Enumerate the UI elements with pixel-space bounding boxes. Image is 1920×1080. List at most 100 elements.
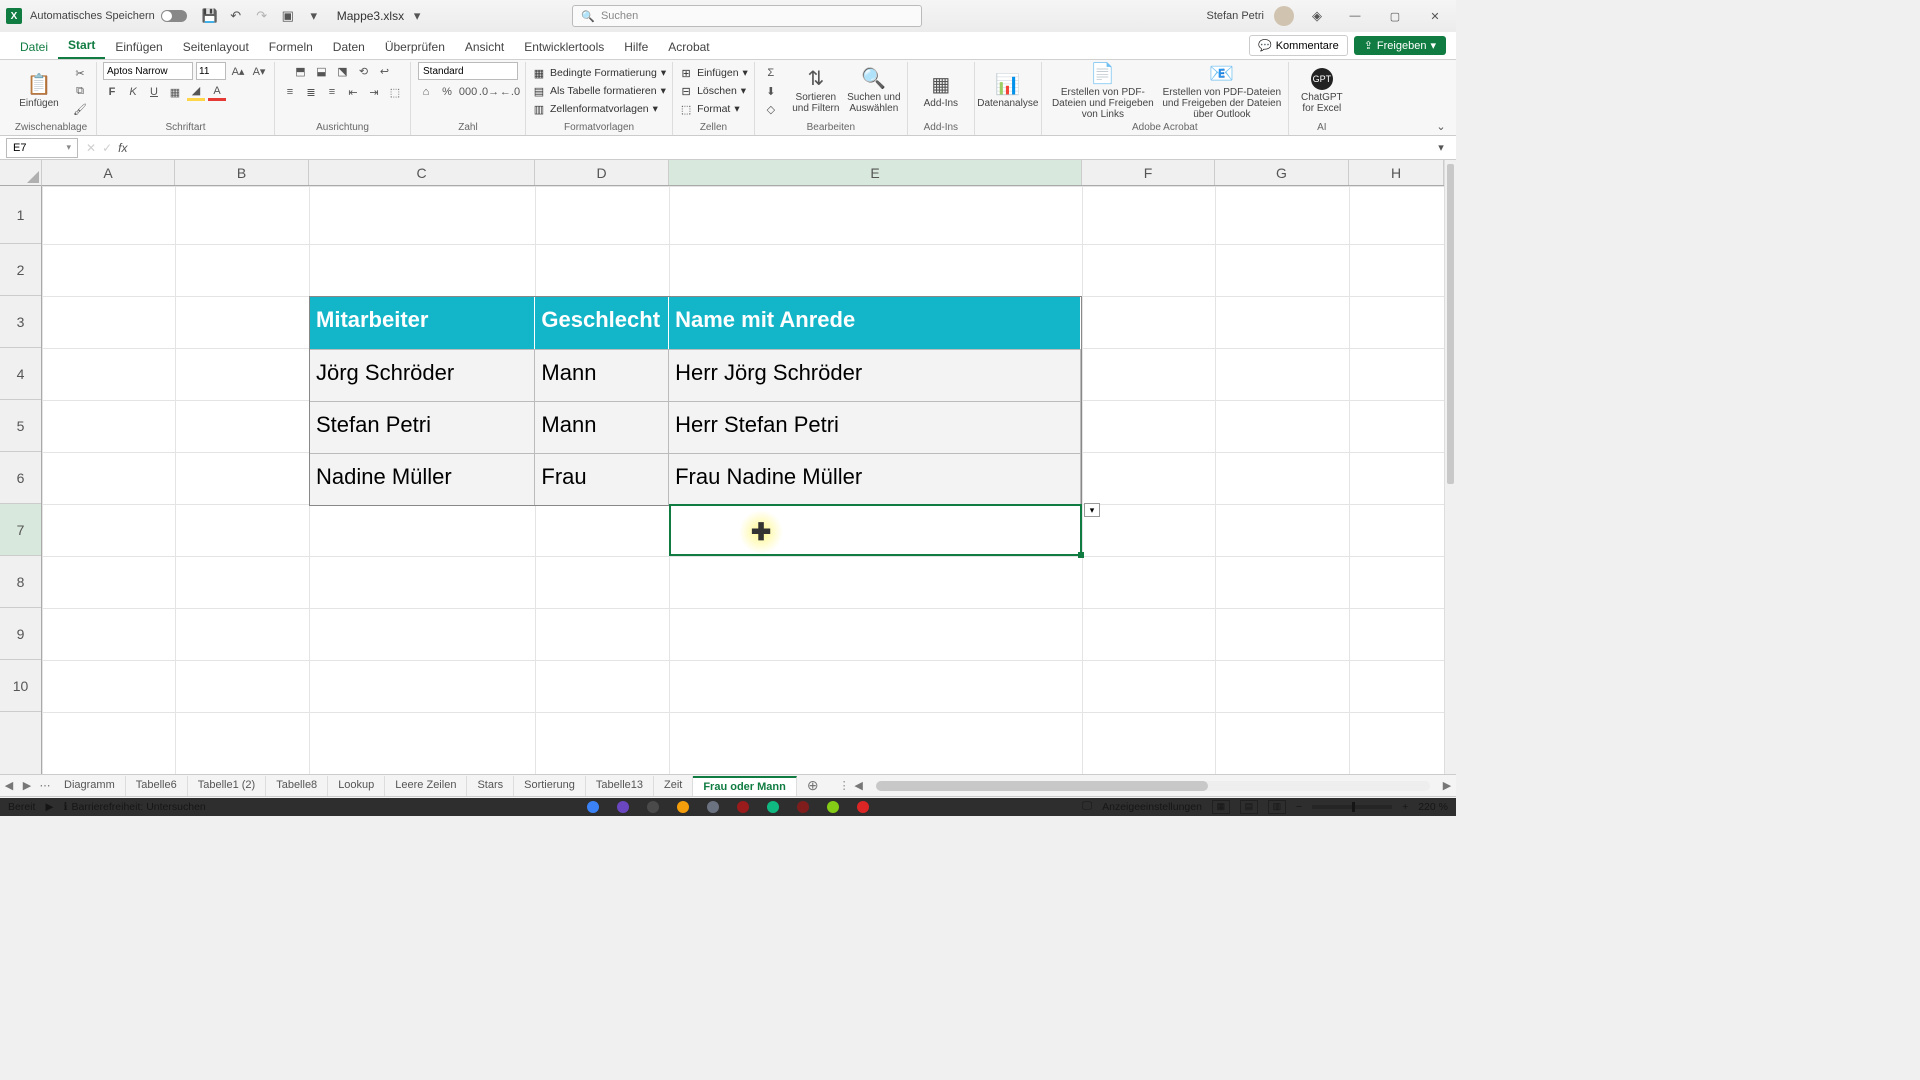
cut-icon[interactable]: ✂ [70,65,90,81]
diamond-icon[interactable]: ◈ [1308,7,1326,25]
table-cell[interactable]: Herr Jörg Schröder [669,349,1081,401]
border-icon[interactable]: ▦ [166,83,184,101]
table-header[interactable]: Name mit Anrede [669,297,1081,349]
task-app[interactable] [677,801,689,813]
tab-data[interactable]: Daten [323,35,375,59]
table-cell[interactable]: Mann [535,401,669,453]
currency-icon[interactable]: ⌂ [417,83,435,101]
tab-formulas[interactable]: Formeln [259,35,323,59]
find-select-button[interactable]: 🔍Suchen und Auswählen [847,63,901,119]
close-button[interactable]: ✕ [1420,6,1450,26]
tab-review[interactable]: Überprüfen [375,35,455,59]
format-as-table-button[interactable]: ▤Als Tabelle formatieren▾ [532,83,666,100]
fill-icon[interactable]: ⬇ [761,83,781,99]
table-cell[interactable]: Frau [535,453,669,505]
save-icon[interactable]: 💾 [201,7,219,25]
task-app[interactable] [767,801,779,813]
sheet-tab[interactable]: Tabelle6 [126,776,188,796]
scroll-thumb[interactable] [1447,164,1454,484]
sheet-tab[interactable]: Lookup [328,776,385,796]
italic-icon[interactable]: K [124,83,142,101]
tab-view[interactable]: Ansicht [455,35,514,59]
table-header[interactable]: Mitarbeiter [310,297,535,349]
sheet-nav-more[interactable]: ⋯ [36,779,54,792]
decrease-decimal-icon[interactable]: ←.0 [501,83,519,101]
sheet-nav-next[interactable]: ▶ [18,779,36,792]
font-name-select[interactable] [103,62,193,80]
column-header-E[interactable]: E [669,160,1082,185]
column-header-G[interactable]: G [1215,160,1349,185]
merge-icon[interactable]: ⬚ [386,83,404,101]
tab-devtools[interactable]: Entwicklertools [514,35,614,59]
tab-help[interactable]: Hilfe [614,35,658,59]
task-app[interactable] [827,801,839,813]
cancel-formula-icon[interactable]: ✕ [86,141,96,155]
maximize-button[interactable]: ▢ [1380,6,1410,26]
column-header-F[interactable]: F [1082,160,1215,185]
indent-increase-icon[interactable]: ⇥ [365,83,383,101]
align-left-icon[interactable]: ≡ [281,83,299,101]
formula-input[interactable] [135,138,1432,158]
addins-button[interactable]: ▦Add-Ins [914,63,968,119]
align-bottom-icon[interactable]: ⬔ [334,62,352,80]
row-header-6[interactable]: 6 [0,452,41,504]
bold-icon[interactable]: F [103,83,121,101]
orientation-icon[interactable]: ⟲ [355,62,373,80]
sheet-tab[interactable]: Tabelle1 (2) [188,776,266,796]
task-app[interactable] [797,801,809,813]
row-header-9[interactable]: 9 [0,608,41,660]
row-header-3[interactable]: 3 [0,296,41,348]
column-header-D[interactable]: D [535,160,669,185]
enter-formula-icon[interactable]: ✓ [102,141,112,155]
comments-button[interactable]: 💬Kommentare [1249,35,1348,56]
sheet-tab[interactable]: Diagramm [54,776,126,796]
fill-color-icon[interactable]: ◢ [187,83,205,101]
hscroll-left[interactable]: ◀ [850,779,868,792]
username[interactable]: Stefan Petri [1206,10,1263,22]
insert-cells-button[interactable]: ⊞Einfügen▾ [679,65,748,82]
sort-filter-button[interactable]: ⇅Sortieren und Filtern [789,63,843,119]
sheet-tab[interactable]: Zeit [654,776,693,796]
column-header-H[interactable]: H [1349,160,1444,185]
delete-cells-button[interactable]: ⊟Löschen▾ [679,83,748,100]
pdf-share-link-button[interactable]: 📄Erstellen von PDF-Dateien und Freigeben… [1048,63,1158,119]
hscroll-thumb[interactable] [876,781,1209,791]
task-app[interactable] [707,801,719,813]
tab-home[interactable]: Start [58,33,105,59]
increase-font-icon[interactable]: A▴ [229,62,247,80]
row-header-2[interactable]: 2 [0,244,41,296]
sheet-tab[interactable]: Tabelle13 [586,776,654,796]
fx-icon[interactable]: fx [118,141,127,155]
redo-icon[interactable]: ↷ [253,7,271,25]
search-input[interactable]: 🔍 Suchen [572,5,922,27]
horizontal-scrollbar[interactable] [876,781,1430,791]
format-cells-button[interactable]: ⬚Format▾ [679,101,748,118]
sheet-tab[interactable]: Sortierung [514,776,586,796]
undo-icon[interactable]: ↶ [227,7,245,25]
wrap-text-icon[interactable]: ↩ [376,62,394,80]
sheet-tab[interactable]: Leere Zeilen [385,776,467,796]
font-color-icon[interactable]: A [208,83,226,101]
task-app[interactable] [587,801,599,813]
tab-acrobat[interactable]: Acrobat [658,35,719,59]
name-box[interactable]: E7▾ [6,138,78,158]
expand-formula-icon[interactable]: ▾ [1432,139,1450,157]
align-right-icon[interactable]: ≡ [323,83,341,101]
align-top-icon[interactable]: ⬒ [292,62,310,80]
conditional-formatting-button[interactable]: ▦Bedingte Formatierung▾ [532,65,666,82]
row-header-5[interactable]: 5 [0,400,41,452]
autosave-toggle[interactable]: Automatisches Speichern [30,10,187,22]
row-header-7[interactable]: 7 [0,504,41,556]
increase-decimal-icon[interactable]: .0→ [480,83,498,101]
grid[interactable]: MitarbeiterGeschlechtName mit AnredeJörg… [42,186,1444,774]
sheet-tab[interactable]: Stars [467,776,514,796]
data-analysis-button[interactable]: 📊Datenanalyse [981,63,1035,119]
comma-icon[interactable]: 000 [459,83,477,101]
indent-decrease-icon[interactable]: ⇤ [344,83,362,101]
font-size-select[interactable] [196,62,226,80]
pdf-share-outlook-button[interactable]: 📧Erstellen von PDF-Dateien und Freigeben… [1162,63,1282,119]
autofill-options-icon[interactable]: ▾ [1084,503,1100,517]
qat-more-icon[interactable]: ▾ [305,7,323,25]
autosum-icon[interactable]: Σ [761,65,781,81]
tab-pagelayout[interactable]: Seitenlayout [173,35,259,59]
